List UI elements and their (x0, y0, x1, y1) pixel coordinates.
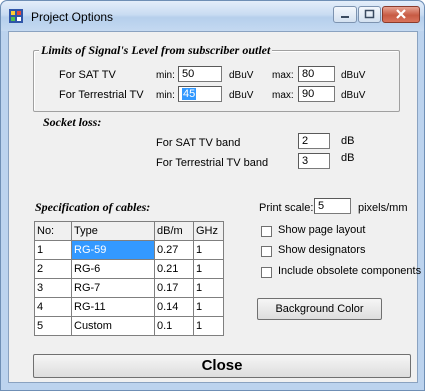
sat-min-input[interactable]: 50 (178, 66, 222, 82)
include-obsolete-checkbox[interactable] (261, 267, 272, 278)
show-designators-checkbox[interactable] (261, 246, 272, 257)
cell-no[interactable]: 5 (34, 316, 72, 336)
cell-type[interactable]: RG-7 (71, 278, 155, 298)
close-button[interactable]: Close (33, 354, 411, 378)
socket-loss-title: Socket loss: (41, 115, 104, 130)
maximize-icon (364, 9, 375, 19)
table-row[interactable]: 4 RG-11 0.14 1 (34, 297, 224, 317)
col-no-header: No: (34, 221, 72, 241)
cell-ghz[interactable]: 1 (193, 240, 224, 260)
include-obsolete-label[interactable]: Include obsolete components (278, 265, 421, 277)
socket-terrestrial-unit: dB (341, 152, 355, 164)
print-scale-unit: pixels/mm (358, 202, 408, 214)
cell-dbm[interactable]: 0.1 (154, 316, 194, 336)
cell-no[interactable]: 4 (34, 297, 72, 317)
cables-title: Specification of cables: (33, 200, 153, 215)
terrestrial-max-input[interactable]: 90 (298, 86, 335, 102)
cell-dbm[interactable]: 0.27 (154, 240, 194, 260)
sat-min-unit: dBuV (229, 70, 254, 81)
sat-min-label: min: (156, 70, 175, 81)
maximize-button[interactable] (358, 6, 381, 23)
project-options-window: Project Options Limits of Signal's Level… (0, 0, 425, 391)
print-scale-input[interactable]: 5 (314, 198, 351, 214)
cell-type[interactable]: RG-59 (71, 240, 155, 260)
minimize-icon (341, 16, 349, 18)
cell-dbm[interactable]: 0.17 (154, 278, 194, 298)
cell-ghz[interactable]: 1 (193, 316, 224, 336)
table-row[interactable]: 5 Custom 0.1 1 (34, 316, 224, 336)
close-icon (396, 9, 406, 19)
sat-max-input[interactable]: 80 (298, 66, 335, 82)
table-header-row: No: Type dB/m GHz (34, 221, 224, 241)
print-scale-label: Print scale: (259, 202, 314, 214)
col-type-header: Type (71, 221, 155, 241)
cell-type[interactable]: RG-6 (71, 259, 155, 279)
minimize-button[interactable] (333, 6, 357, 23)
window-close-button[interactable] (382, 6, 420, 23)
terrestrial-min-unit: dBuV (229, 90, 254, 101)
terrestrial-max-unit: dBuV (341, 90, 366, 101)
socket-sat-input[interactable]: 2 (298, 133, 330, 149)
terrestrial-min-value: 45 (182, 88, 197, 100)
cell-type[interactable]: RG-11 (71, 297, 155, 317)
background-color-button[interactable]: Background Color (257, 298, 382, 320)
cell-type[interactable]: Custom (71, 316, 155, 336)
socket-sat-label: For SAT TV band (156, 137, 241, 149)
sat-max-label: max: (272, 70, 294, 81)
terrestrial-max-label: max: (272, 90, 294, 101)
table-row[interactable]: 2 RG-6 0.21 1 (34, 259, 224, 279)
socket-sat-unit: dB (341, 135, 355, 147)
cell-no[interactable]: 3 (34, 278, 72, 298)
show-page-layout-label[interactable]: Show page layout (278, 224, 365, 236)
dialog-body: Limits of Signal's Level from subscriber… (8, 31, 421, 383)
window-title: Project Options (31, 10, 114, 24)
col-dbm-header: dB/m (154, 221, 194, 241)
table-row[interactable]: 3 RG-7 0.17 1 (34, 278, 224, 298)
socket-terrestrial-input[interactable]: 3 (298, 153, 330, 169)
terrestrial-min-label: min: (156, 90, 175, 101)
terrestrial-tv-label: For Terrestrial TV (59, 89, 144, 101)
cables-table: No: Type dB/m GHz 1 RG-59 0.27 1 2 RG-6 … (34, 221, 224, 336)
app-icon (9, 9, 23, 23)
title-bar[interactable]: Project Options (1, 1, 424, 31)
socket-terrestrial-label: For Terrestrial TV band (156, 157, 269, 169)
cell-ghz[interactable]: 1 (193, 259, 224, 279)
table-row[interactable]: 1 RG-59 0.27 1 (34, 240, 224, 260)
cell-dbm[interactable]: 0.14 (154, 297, 194, 317)
sat-max-unit: dBuV (341, 70, 366, 81)
cell-no[interactable]: 1 (34, 240, 72, 260)
terrestrial-min-input[interactable]: 45 (178, 86, 222, 102)
col-ghz-header: GHz (193, 221, 224, 241)
show-designators-label[interactable]: Show designators (278, 244, 365, 256)
cell-no[interactable]: 2 (34, 259, 72, 279)
cell-ghz[interactable]: 1 (193, 278, 224, 298)
cell-ghz[interactable]: 1 (193, 297, 224, 317)
sat-tv-label: For SAT TV (59, 69, 116, 81)
show-page-layout-checkbox[interactable] (261, 226, 272, 237)
cell-dbm[interactable]: 0.21 (154, 259, 194, 279)
limits-group-title: Limits of Signal's Level from subscriber… (39, 43, 273, 58)
